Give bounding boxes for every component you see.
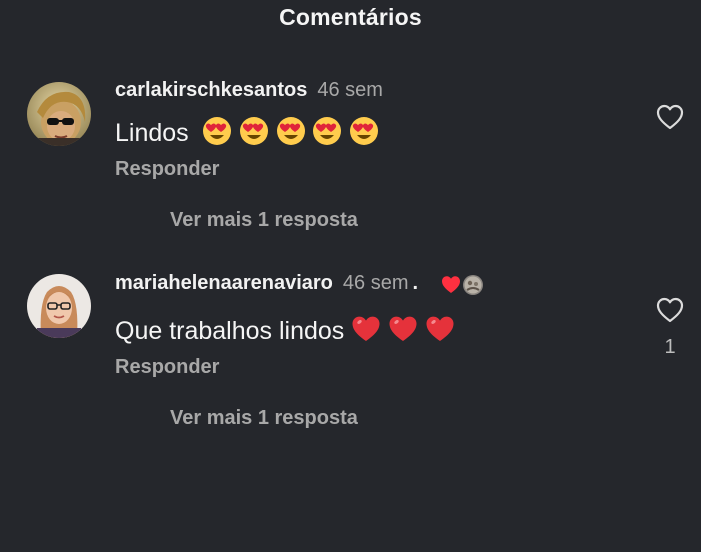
comment-header: mariahelenaarenaviaro 46 sem.	[115, 270, 485, 296]
comments-header: Comentários	[0, 0, 701, 36]
heart-outline-icon	[656, 297, 684, 323]
comment-text: Lindos	[115, 116, 379, 149]
author-liked-heart-icon	[441, 274, 483, 295]
avatar[interactable]	[27, 82, 91, 146]
avatar-photo-carla	[27, 82, 91, 146]
red-heart-emoji-icon	[426, 316, 454, 341]
like-button[interactable]	[656, 104, 684, 130]
heart-eyes-emoji-group	[202, 117, 380, 147]
comment-time: 46 sem	[317, 79, 383, 101]
heart-eyes-emoji-icon	[313, 117, 342, 145]
view-more-replies-button[interactable]: Ver mais 1 resposta	[170, 209, 358, 232]
heart-eyes-emoji-icon	[202, 117, 231, 145]
heart-outline-icon	[656, 104, 684, 130]
author-liked-badge	[441, 274, 485, 296]
comment-text: Que trabalhos lindos	[115, 314, 455, 347]
red-heart-emoji-icon	[352, 316, 380, 341]
red-heart-emoji-group	[344, 316, 455, 345]
comment-text-body: Que trabalhos lindos	[115, 317, 345, 345]
red-heart-emoji-icon	[389, 316, 417, 341]
comment-time: 46 sem	[342, 272, 409, 294]
reply-button[interactable]: Responder	[115, 356, 219, 379]
view-more-replies-button[interactable]: Ver mais 1 resposta	[170, 407, 358, 430]
avatar[interactable]	[27, 274, 91, 338]
heart-eyes-emoji-icon	[239, 117, 268, 145]
avatar-photo-maria	[27, 274, 91, 338]
heart-eyes-emoji-icon	[350, 117, 379, 145]
comments-page: Comentários carlakirschkesantos 46 sem L…	[0, 0, 701, 552]
comment-header: carlakirschkesantos 46 sem	[115, 77, 383, 103]
like-button[interactable]	[656, 297, 684, 323]
comment-username[interactable]: carlakirschkesantos	[115, 79, 307, 101]
comment-text-body: Lindos	[115, 119, 189, 147]
comment-username[interactable]: mariahelenaarenaviaro	[115, 272, 333, 294]
separator-dot: .	[412, 272, 419, 294]
reply-button[interactable]: Responder	[115, 158, 219, 181]
heart-eyes-emoji-icon	[276, 117, 305, 145]
page-title: Comentários	[279, 4, 422, 30]
like-count: 1	[664, 336, 676, 358]
